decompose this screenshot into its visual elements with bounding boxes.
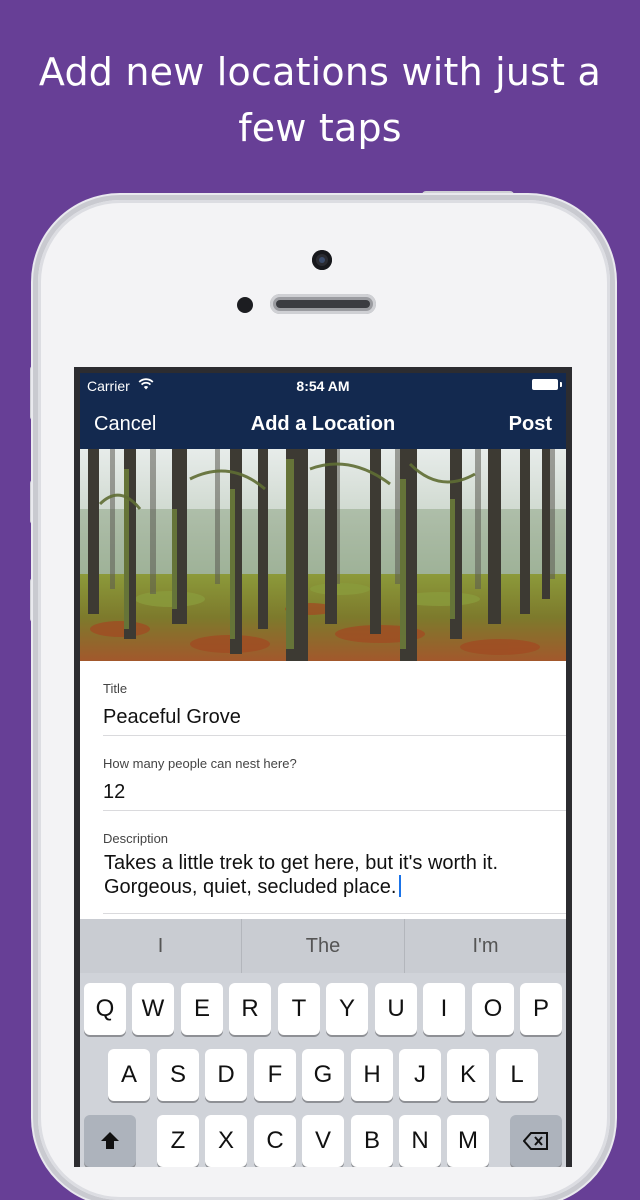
headline-line-2: few taps: [238, 106, 402, 150]
capacity-field[interactable]: How many people can nest here? 12: [80, 736, 566, 811]
key-b[interactable]: B: [351, 1115, 393, 1167]
key-u[interactable]: U: [375, 983, 417, 1035]
shift-key[interactable]: [84, 1115, 136, 1167]
key-h[interactable]: H: [351, 1049, 393, 1101]
key-d[interactable]: D: [205, 1049, 247, 1101]
key-k[interactable]: K: [447, 1049, 489, 1101]
title-input[interactable]: Peaceful Grove: [103, 706, 241, 729]
suggestion-2[interactable]: The: [242, 919, 404, 973]
status-time: 8:54 AM: [296, 378, 350, 394]
backspace-icon: [522, 1132, 548, 1150]
key-c[interactable]: C: [254, 1115, 296, 1167]
text-caret: [399, 875, 402, 897]
navigation-bar: Carrier 8:54 AM Cancel Add a Location Po…: [80, 373, 566, 449]
key-f[interactable]: F: [254, 1049, 296, 1101]
keyboard: I The I'm Q W E R T Y U I O P A S D F G …: [80, 919, 566, 1167]
key-p[interactable]: P: [520, 983, 562, 1035]
location-photo[interactable]: [80, 449, 566, 661]
battery-icon: [532, 379, 562, 390]
key-y[interactable]: Y: [326, 983, 368, 1035]
key-t[interactable]: T: [278, 983, 320, 1035]
title-label: Title: [103, 681, 128, 696]
post-button[interactable]: Post: [509, 413, 552, 436]
key-e[interactable]: E: [181, 983, 223, 1035]
key-o[interactable]: O: [472, 983, 514, 1035]
key-v[interactable]: V: [302, 1115, 344, 1167]
key-w[interactable]: W: [132, 983, 174, 1035]
divider: [103, 913, 566, 914]
key-x[interactable]: X: [205, 1115, 247, 1167]
key-r[interactable]: R: [229, 983, 271, 1035]
marketing-headline: Add new locations with just a few taps: [0, 44, 640, 156]
capacity-label: How many people can nest here?: [103, 756, 297, 771]
key-j[interactable]: J: [399, 1049, 441, 1101]
title-field[interactable]: Title Peaceful Grove: [80, 661, 566, 736]
key-n[interactable]: N: [399, 1115, 441, 1167]
page-title: Add a Location: [250, 413, 396, 435]
proximity-sensor: [237, 297, 253, 313]
key-s[interactable]: S: [157, 1049, 199, 1101]
suggestion-3[interactable]: I'm: [405, 919, 566, 973]
front-camera: [312, 250, 332, 270]
key-i[interactable]: I: [423, 983, 465, 1035]
key-a[interactable]: A: [108, 1049, 150, 1101]
key-g[interactable]: G: [302, 1049, 344, 1101]
description-line-1: Takes a little trek to get here, but it'…: [104, 852, 498, 874]
key-z[interactable]: Z: [157, 1115, 199, 1167]
capacity-input[interactable]: 12: [103, 781, 125, 804]
status-bar: Carrier 8:54 AM: [80, 373, 566, 399]
description-label: Description: [103, 831, 169, 846]
suggestion-1[interactable]: I: [80, 919, 241, 973]
description-line-2: Gorgeous, quiet, secluded place.: [104, 875, 554, 899]
earpiece-speaker: [270, 294, 376, 314]
backspace-key[interactable]: [510, 1115, 562, 1167]
phone-screen: Carrier 8:54 AM Cancel Add a Location Po…: [74, 367, 572, 1167]
description-line-2-text: Gorgeous, quiet, secluded place.: [104, 876, 397, 898]
description-input[interactable]: Takes a little trek to get here, but it'…: [104, 851, 554, 899]
key-q[interactable]: Q: [84, 983, 126, 1035]
shift-icon: [101, 1132, 119, 1149]
headline-line-1: Add new locations with just a: [38, 50, 602, 94]
app-screen: Carrier 8:54 AM Cancel Add a Location Po…: [80, 373, 566, 1167]
key-m[interactable]: M: [447, 1115, 489, 1167]
suggestion-bar: I The I'm: [80, 919, 566, 973]
key-l[interactable]: L: [496, 1049, 538, 1101]
